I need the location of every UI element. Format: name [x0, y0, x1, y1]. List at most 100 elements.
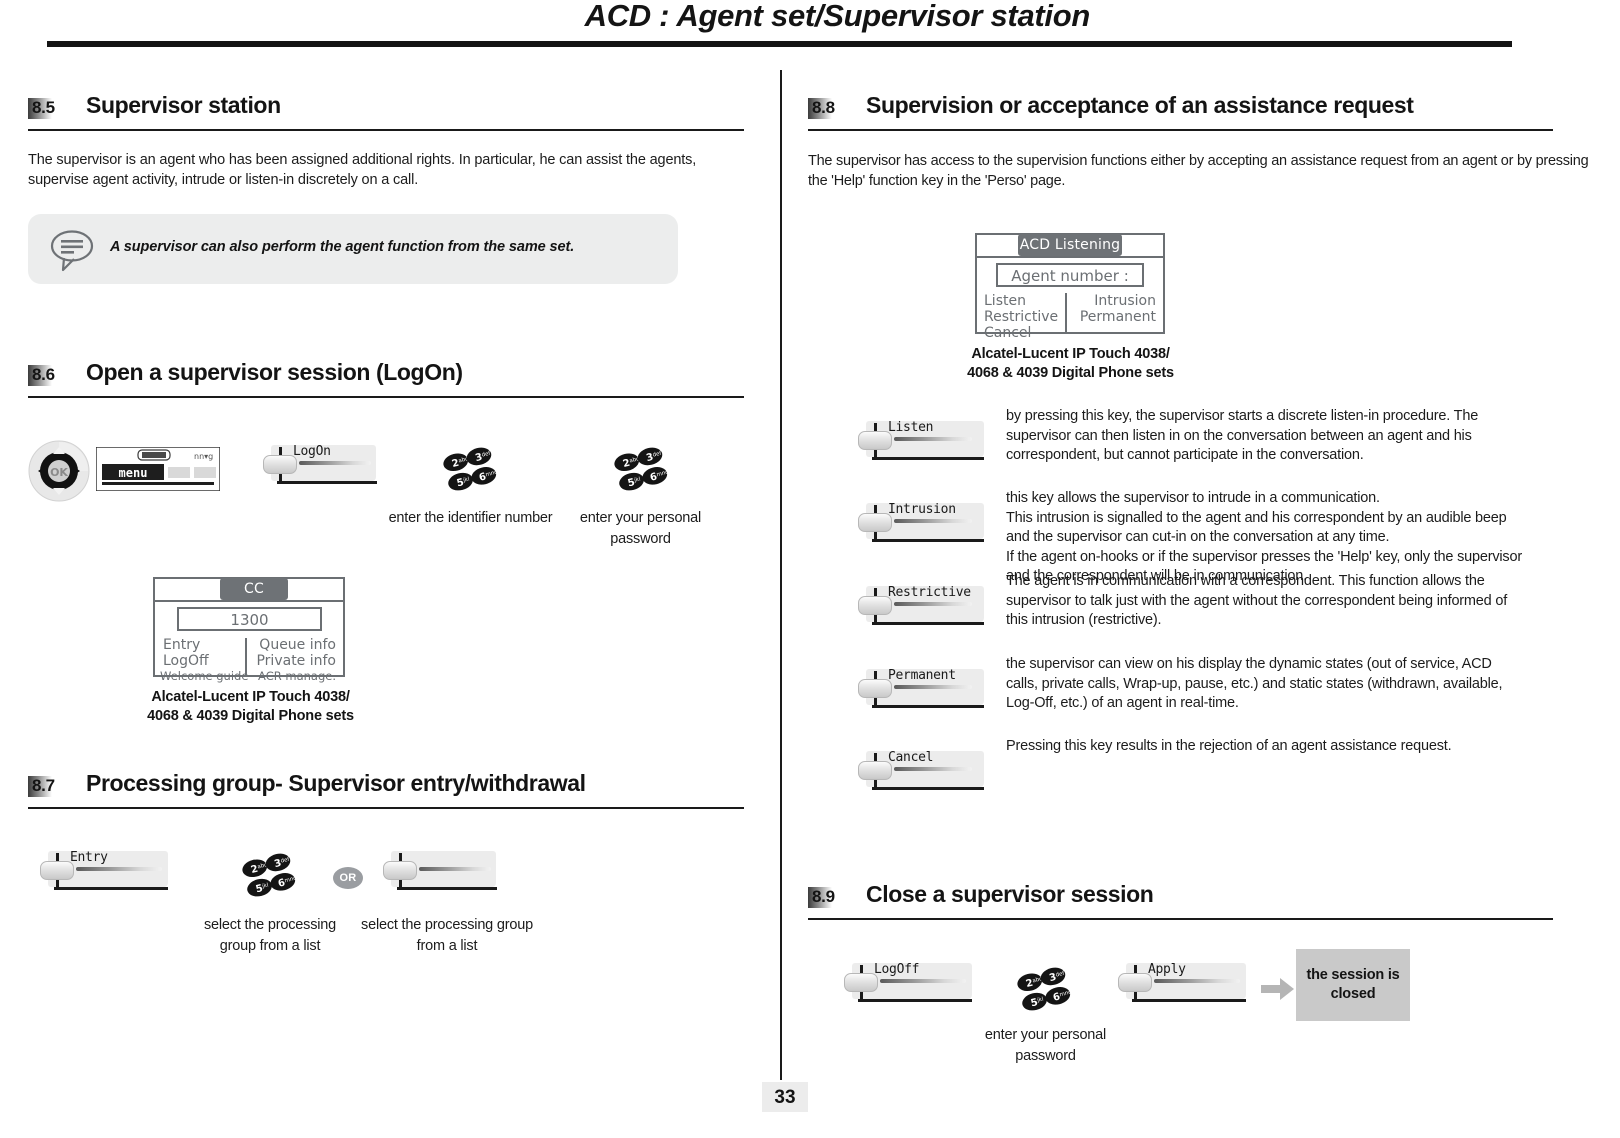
- softkey-label: Cancel: [888, 750, 934, 765]
- softkey-cap: [1118, 973, 1152, 992]
- softkey-label: Permanent: [888, 668, 956, 683]
- softkey-listen[interactable]: Listen: [858, 420, 986, 467]
- key-description-listen: by pressing this key, the supervisor sta…: [1006, 408, 1479, 463]
- screen-item-listen[interactable]: Listen: [984, 293, 1026, 309]
- section-rule: [28, 807, 744, 809]
- softkey-entry[interactable]: Entry: [40, 850, 170, 897]
- section-rule: [808, 129, 1553, 131]
- softkey-cap: [844, 973, 878, 992]
- softkey-cap: [858, 431, 892, 450]
- screen-vertical-separator: [1065, 293, 1067, 333]
- softkey-cap: [40, 861, 74, 880]
- phone-model-line2: 4068 & 4039 Digital Phone sets: [147, 708, 354, 724]
- section-number: 8.7: [32, 776, 55, 795]
- screen-item-entry[interactable]: Entry: [163, 637, 200, 653]
- softkey-shadow: [872, 705, 984, 708]
- screen-item-private-info[interactable]: Private info: [256, 653, 336, 669]
- softkey-processing-group-list[interactable]: [383, 851, 498, 897]
- svg-text:OK: OK: [50, 466, 68, 479]
- phone-screen-cc: CC 1300 Entry LogOff Welcome guide Queue…: [153, 577, 345, 683]
- softkey-line: [299, 461, 371, 465]
- screen-item-logoff[interactable]: LogOff: [163, 653, 209, 669]
- result-box-session-closed: the session is closed: [1296, 949, 1410, 1021]
- page-number: 33: [762, 1082, 808, 1112]
- phone-model-line1: Alcatel-Lucent IP Touch 4038/: [151, 689, 350, 705]
- section-rule: [808, 918, 1553, 920]
- softkey-logon[interactable]: LogOn: [263, 444, 378, 489]
- softkey-cap: [858, 513, 892, 532]
- navigator-ok-icon[interactable]: OK: [28, 440, 90, 502]
- header-rule: [47, 41, 1512, 47]
- softkey-shadow: [872, 787, 984, 790]
- softkey-label: Entry: [70, 850, 108, 865]
- key-descriptions-8-8: Listen by pressing this key, the supervi…: [808, 408, 1598, 821]
- phone-screen-block-8-8: ACD Listening Agent number : Listen Rest…: [808, 233, 1598, 418]
- speech-bubble-icon: [50, 228, 96, 272]
- result-line2: closed: [1330, 986, 1376, 1002]
- steps-8-9: LogOff 2 abc 3 def 5 jkl 6 mno enter you…: [808, 949, 1598, 1103]
- section-title: Open a supervisor session (LogOn): [86, 359, 463, 385]
- softkey-label: Restrictive: [888, 585, 971, 600]
- section-title: Processing group- Supervisor entry/withd…: [86, 770, 586, 796]
- keypad-icon[interactable]: 2 abc 3 def 5 jkl 6 mno: [613, 445, 669, 495]
- steps-8-6: OK nn▾g menu LogOn 2 abc 3 def 5 jkl 6 m…: [28, 440, 758, 724]
- screen-item-restrictive[interactable]: Restrictive: [984, 309, 1058, 325]
- softkey-line: [880, 979, 966, 983]
- softkey-cap: [263, 455, 297, 474]
- section-heading-8-7: 8.7 Processing group- Supervisor entry/w…: [28, 770, 758, 809]
- section-rule: [28, 396, 744, 398]
- softkey-apply[interactable]: Apply: [1118, 962, 1248, 1009]
- screen-item-acr-manage[interactable]: ACR manage.: [258, 669, 336, 683]
- key-description-restrictive: The agent is in communication with a cor…: [1006, 573, 1508, 628]
- section-number: 8.9: [812, 887, 835, 906]
- caption-personal-password: enter your personal password: [984, 1027, 1107, 1064]
- column-divider: [780, 70, 782, 1080]
- screen-item-cancel[interactable]: Cancel: [984, 325, 1031, 341]
- softkey-line: [894, 685, 972, 689]
- paragraph-8-8: The supervisor has access to the supervi…: [808, 153, 1589, 189]
- softkey-shadow: [872, 539, 984, 542]
- section-heading-8-5: 8.5 Supervisor station: [28, 92, 758, 131]
- screen-field-number: 1300: [177, 607, 322, 631]
- softkey-shadow: [54, 887, 168, 890]
- softkey-line: [1154, 979, 1240, 983]
- softkey-restrictive[interactable]: Restrictive: [858, 585, 986, 632]
- keypad-icon[interactable]: 2 abc 3 def 5 jkl 6 mno: [442, 445, 498, 495]
- screen-item-queue-info[interactable]: Queue info: [259, 637, 336, 653]
- softkey-line: [894, 519, 972, 523]
- phone-model-caption: Alcatel-Lucent IP Touch 4038/ 4068 & 403…: [128, 688, 373, 726]
- softkey-permanent[interactable]: Permanent: [858, 668, 986, 715]
- screen-item-welcome-guide[interactable]: Welcome guide: [160, 669, 248, 683]
- phone-model-line2: 4068 & 4039 Digital Phone sets: [967, 365, 1174, 381]
- keypad-icon[interactable]: 2 abc 3 def 5 jkl 6 mno: [241, 851, 297, 901]
- result-line1: the session is: [1306, 967, 1400, 983]
- steps-8-7: Entry 2 abc 3 def 5 jkl 6 mno select the…: [28, 850, 758, 981]
- softkey-line: [894, 767, 972, 771]
- phone-model-line1: Alcatel-Lucent IP Touch 4038/: [971, 346, 1170, 362]
- softkey-line: [76, 867, 162, 871]
- section-heading-8-6: 8.6 Open a supervisor session (LogOn): [28, 359, 758, 398]
- softkey-cap: [858, 761, 892, 780]
- caption-personal-password: enter your personal password: [579, 510, 702, 547]
- section-number: 8.8: [812, 98, 835, 117]
- screen-item-intrusion[interactable]: Intrusion: [1094, 293, 1156, 309]
- page-header: ACD : Agent set/Supervisor station: [0, 0, 1620, 52]
- key-description-permanent: the supervisor can view on his display t…: [1006, 656, 1503, 711]
- caption-identifier-number: enter the identifier number: [388, 510, 553, 526]
- softkey-intrusion[interactable]: Intrusion: [858, 502, 986, 549]
- softkey-logoff[interactable]: LogOff: [844, 962, 974, 1009]
- screen-separator: [977, 256, 1163, 258]
- key-description-cancel: Pressing this key results in the rejecti…: [1006, 738, 1452, 754]
- section-title: Supervision or acceptance of an assistan…: [866, 92, 1414, 118]
- phone-screen-acd-listening: ACD Listening Agent number : Listen Rest…: [975, 233, 1165, 341]
- softkey-cancel[interactable]: Cancel: [858, 750, 986, 797]
- keypad-icon[interactable]: 2 abc 3 def 5 jkl 6 mno: [1016, 965, 1072, 1015]
- section-number: 8.6: [32, 365, 55, 384]
- softkey-line: [894, 602, 972, 606]
- softkey-cap: [383, 861, 417, 880]
- section-number: 8.5: [32, 98, 55, 117]
- section-title: Close a supervisor session: [866, 881, 1154, 907]
- screen-item-permanent[interactable]: Permanent: [1080, 309, 1156, 325]
- softkey-shadow: [858, 999, 972, 1002]
- softkey-label: Intrusion: [888, 502, 956, 517]
